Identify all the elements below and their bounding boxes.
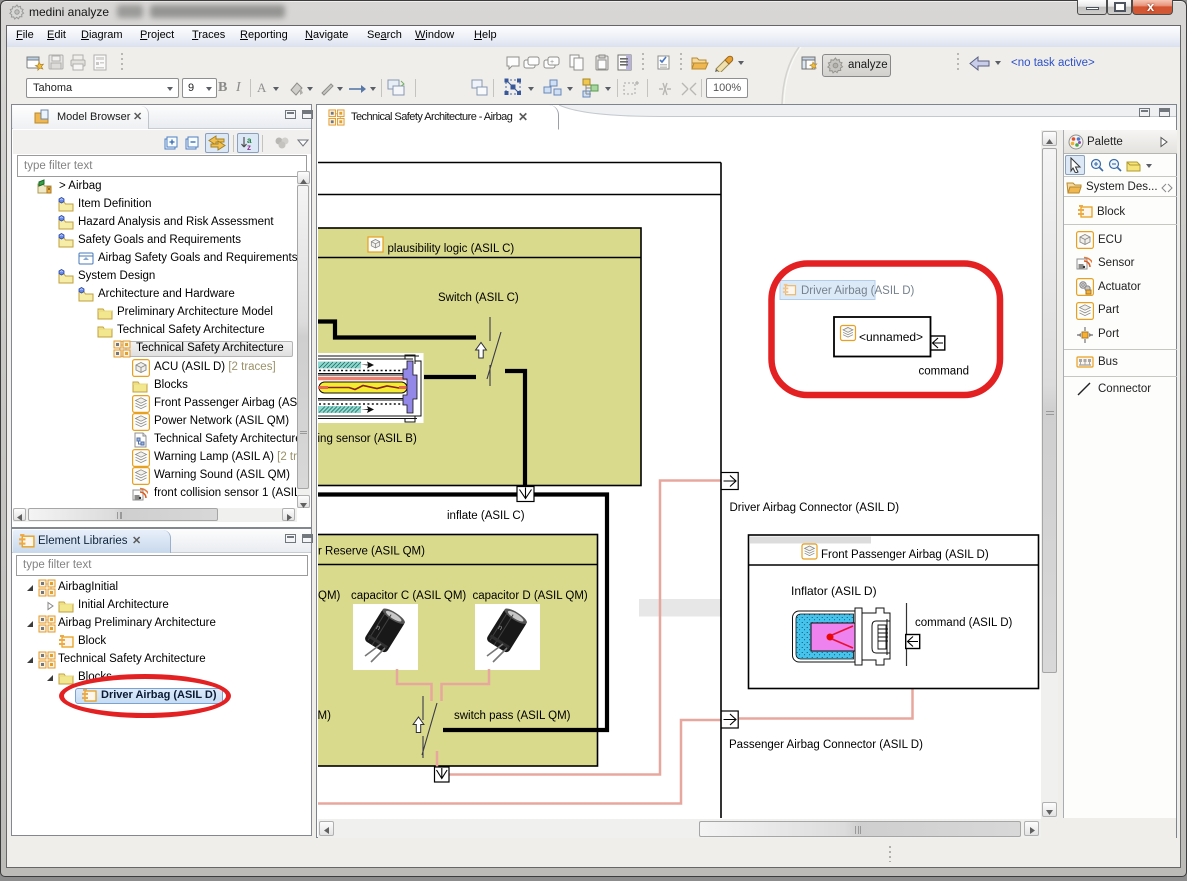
svg-text:<unnamed>: <unnamed>: [859, 330, 923, 344]
svg-text:Front Passenger Airbag (ASIL D: Front Passenger Airbag (ASIL D): [821, 549, 989, 561]
svg-text:ing sensor (ASIL B): ing sensor (ASIL B): [318, 433, 417, 445]
svg-text:M): M): [318, 710, 331, 722]
svg-text:command: command: [919, 366, 970, 378]
svg-text:+: +: [550, 59, 554, 66]
svg-text:Driver Airbag Connector (ASIL: Driver Airbag Connector (ASIL D): [730, 502, 900, 514]
svg-text:Inflator (ASIL D): Inflator (ASIL D): [791, 584, 877, 598]
svg-text:QM): QM): [318, 590, 341, 602]
svg-text:Driver Airbag (ASIL D): Driver Airbag (ASIL D): [801, 285, 914, 297]
svg-text:Passenger Airbag Connector (AS: Passenger Airbag Connector (ASIL D): [729, 739, 923, 751]
svg-text:command (ASIL D): command (ASIL D): [915, 617, 1013, 629]
svg-text:Switch (ASIL C): Switch (ASIL C): [438, 292, 519, 304]
svg-text:capacitor C (ASIL QM): capacitor C (ASIL QM): [351, 590, 466, 602]
svg-text:capacitor D (ASIL QM): capacitor D (ASIL QM): [473, 590, 588, 602]
svg-text:plausibility logic (ASIL C): plausibility logic (ASIL C): [388, 243, 515, 255]
svg-text:r Reserve (ASIL QM): r Reserve (ASIL QM): [318, 546, 425, 558]
svg-text:z: z: [247, 143, 251, 151]
svg-text:inflate (ASIL C): inflate (ASIL C): [447, 510, 525, 522]
svg-text:switch pass (ASIL QM): switch pass (ASIL QM): [454, 710, 571, 722]
